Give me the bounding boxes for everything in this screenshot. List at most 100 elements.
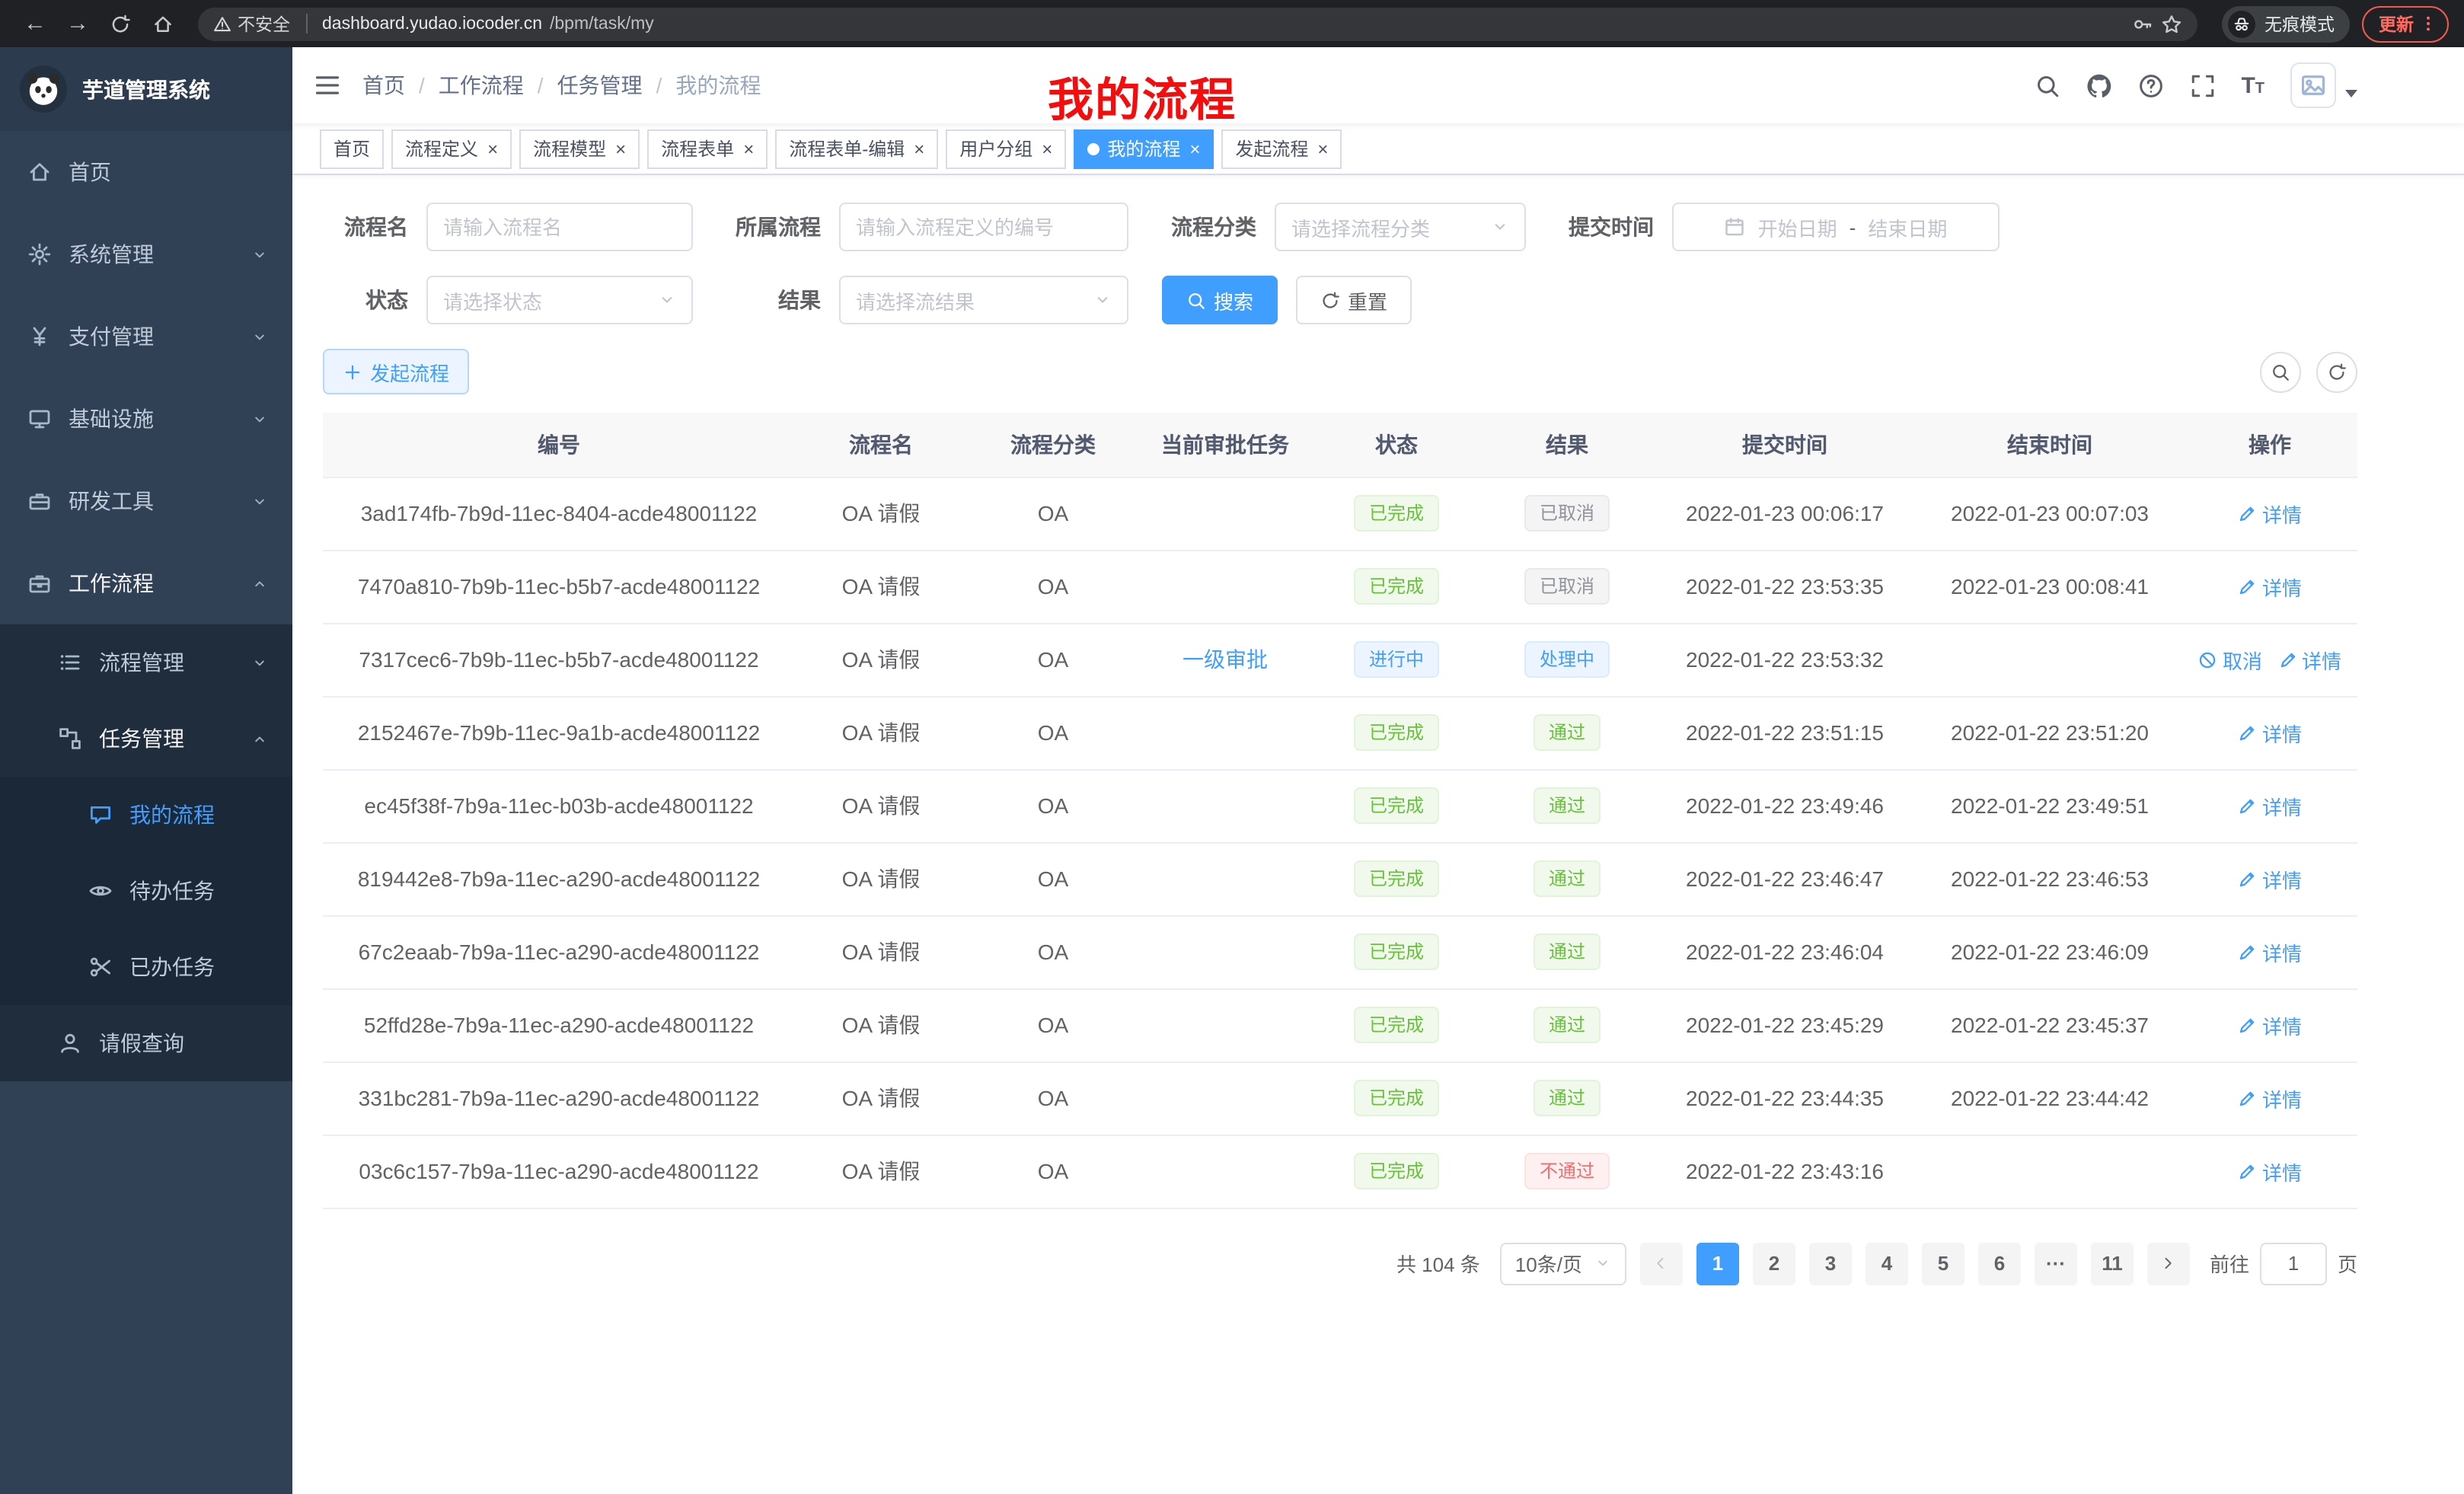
current-task-link[interactable]: 一级审批 — [1183, 647, 1268, 672]
font-size-icon[interactable]: TT — [2241, 74, 2265, 97]
tab-user-group[interactable]: 用户分组× — [946, 129, 1066, 168]
github-icon[interactable] — [2086, 72, 2111, 98]
detail-action[interactable]: 详情 — [2238, 499, 2302, 528]
tab-process-definition[interactable]: 流程定义× — [391, 129, 512, 168]
sidebar-item-process-mgmt[interactable]: 流程管理 — [0, 624, 292, 701]
refresh-table-button[interactable] — [2316, 351, 2357, 392]
browser-home-button[interactable] — [143, 4, 183, 43]
breadcrumb-item[interactable]: 任务管理 — [557, 70, 643, 101]
sidebar-item-label: 支付管理 — [69, 321, 154, 352]
tab-close-icon[interactable]: × — [1042, 139, 1052, 158]
tab-my-process[interactable]: 我的流程× — [1074, 129, 1214, 168]
category-select[interactable]: 请选择流程分类 — [1275, 203, 1526, 251]
fullscreen-icon[interactable] — [2189, 72, 2215, 98]
edit-icon — [2238, 503, 2258, 523]
cell-result: 不通过 — [1482, 1135, 1652, 1208]
cell-submit-time: 2022-01-22 23:43:16 — [1652, 1135, 1917, 1208]
page-size-select[interactable]: 10条/页 — [1500, 1242, 1626, 1285]
start-process-button[interactable]: 发起流程 — [323, 349, 469, 394]
page-button[interactable]: 2 — [1753, 1242, 1795, 1285]
process-name-input[interactable] — [443, 215, 676, 238]
toggle-search-button[interactable] — [2260, 351, 2301, 392]
page-ellipsis[interactable]: ··· — [2035, 1242, 2077, 1285]
user-avatar-dropdown[interactable] — [2290, 62, 2357, 108]
table-row: 331bc281-7b9a-11ec-a290-acde48001122OA 请… — [323, 1061, 2357, 1135]
cancel-action[interactable]: 取消 — [2198, 645, 2262, 674]
sidebar-item-home[interactable]: 首页 — [0, 131, 292, 213]
detail-action[interactable]: 详情 — [2238, 1084, 2302, 1113]
detail-action[interactable]: 详情 — [2277, 645, 2341, 674]
password-manager-icon[interactable] — [2132, 13, 2153, 34]
sidebar-item-dev-tools[interactable]: 研发工具 — [0, 460, 292, 542]
tab-close-icon[interactable]: × — [914, 139, 924, 158]
security-status[interactable]: 不安全 — [213, 11, 290, 36]
sidebar-item-payment[interactable]: 支付管理 — [0, 295, 292, 378]
page-button[interactable]: 3 — [1809, 1242, 1852, 1285]
cell-submit-time: 2022-01-22 23:46:47 — [1652, 842, 1917, 915]
browser-reload-button[interactable] — [101, 4, 140, 43]
reset-button[interactable]: 重置 — [1296, 276, 1412, 324]
url-path: /bpm/task/my — [550, 14, 654, 33]
prev-page-button[interactable] — [1640, 1242, 1683, 1285]
cell-process-name: OA 请假 — [795, 769, 967, 842]
breadcrumb-item[interactable]: 工作流程 — [439, 70, 524, 101]
top-navbar: 首页/工作流程/任务管理/我的流程 TT — [292, 47, 2464, 123]
tab-close-icon[interactable]: × — [487, 139, 498, 158]
breadcrumb-item[interactable]: 首页 — [362, 70, 405, 101]
page-button[interactable]: 5 — [1922, 1242, 1964, 1285]
tab-process-model[interactable]: 流程模型× — [519, 129, 640, 168]
tab-home[interactable]: 首页 — [320, 129, 384, 168]
cell-process-name: OA 请假 — [795, 915, 967, 988]
page-button[interactable]: 11 — [2091, 1242, 2134, 1285]
app-logo[interactable]: 芋道管理系统 — [0, 47, 292, 131]
result-label: 结果 — [726, 285, 821, 315]
cell-end-time: 2022-01-23 00:08:41 — [1917, 550, 2182, 623]
detail-action[interactable]: 详情 — [2238, 1010, 2302, 1039]
sidebar-toggle-button[interactable] — [292, 47, 362, 123]
sidebar-item-done-tasks[interactable]: 已办任务 — [0, 929, 292, 1005]
sidebar-item-task-mgmt[interactable]: 任务管理 — [0, 701, 292, 777]
status-select[interactable]: 请选择状态 — [426, 276, 693, 324]
cell-current-task — [1139, 842, 1311, 915]
detail-action[interactable]: 详情 — [2238, 1157, 2302, 1186]
tab-close-icon[interactable]: × — [743, 139, 754, 158]
sidebar-item-my-process[interactable]: 我的流程 — [0, 777, 292, 853]
bookmark-icon[interactable] — [2161, 13, 2182, 34]
sidebar-item-todo-tasks[interactable]: 待办任务 — [0, 853, 292, 929]
help-icon[interactable] — [2137, 72, 2163, 98]
tab-close-icon[interactable]: × — [615, 139, 626, 158]
cell-end-time: 2022-01-22 23:46:09 — [1917, 915, 2182, 988]
detail-action[interactable]: 详情 — [2238, 718, 2302, 747]
tab-process-form[interactable]: 流程表单× — [647, 129, 768, 168]
owner-process-input[interactable] — [856, 215, 1112, 238]
browser-forward-button[interactable]: → — [58, 4, 97, 43]
page-button[interactable]: 4 — [1866, 1242, 1908, 1285]
submit-time-range-picker[interactable]: 开始日期 - 结束日期 — [1672, 203, 2000, 251]
sidebar-item-workflow[interactable]: 工作流程 — [0, 542, 292, 624]
search-button[interactable]: 搜索 — [1162, 276, 1278, 324]
header-search-icon[interactable] — [2034, 72, 2060, 98]
browser-menu-icon[interactable] — [2418, 14, 2438, 34]
tags-view-bar: 首页流程定义×流程模型×流程表单×流程表单-编辑×用户分组×我的流程×发起流程× — [292, 123, 2464, 175]
detail-action[interactable]: 详情 — [2238, 864, 2302, 893]
goto-page-input[interactable] — [2260, 1242, 2327, 1285]
next-page-button[interactable] — [2147, 1242, 2190, 1285]
detail-action[interactable]: 详情 — [2238, 572, 2302, 601]
tab-start-process[interactable]: 发起流程× — [1221, 129, 1342, 168]
browser-update-button[interactable]: 更新 — [2362, 5, 2449, 42]
page-button[interactable]: 6 — [1978, 1242, 2021, 1285]
detail-action[interactable]: 详情 — [2238, 937, 2302, 966]
chevron-down-icon — [251, 493, 268, 509]
tab-close-icon[interactable]: × — [1317, 139, 1328, 158]
page-button[interactable]: 1 — [1696, 1242, 1739, 1285]
browser-back-button[interactable]: ← — [15, 4, 55, 43]
sidebar-item-system[interactable]: 系统管理 — [0, 213, 292, 295]
address-bar[interactable]: 不安全 dashboard.yudao.iocoder.cn/bpm/task/… — [198, 7, 2197, 40]
sidebar-item-leave-query[interactable]: 请假查询 — [0, 1005, 292, 1081]
tab-process-form-edit[interactable]: 流程表单-编辑× — [775, 129, 938, 168]
tab-close-icon[interactable]: × — [1189, 139, 1200, 158]
detail-action[interactable]: 详情 — [2238, 791, 2302, 820]
app-root: ← → 不安全 dashboard.yudao.iocoder.cn/bpm/t… — [0, 0, 2464, 1494]
sidebar-item-infrastructure[interactable]: 基础设施 — [0, 378, 292, 460]
result-select[interactable]: 请选择流结果 — [839, 276, 1128, 324]
